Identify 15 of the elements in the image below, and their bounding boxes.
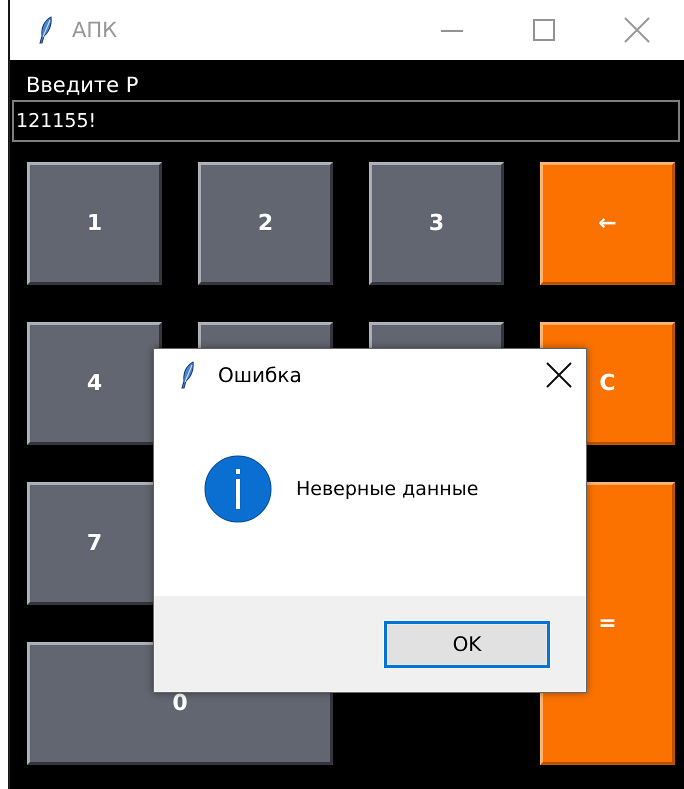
- digit-key[interactable]: 1: [27, 162, 162, 285]
- feather-icon: [180, 361, 196, 389]
- close-icon[interactable]: [546, 362, 572, 388]
- digit-key[interactable]: 4: [27, 322, 162, 445]
- digit-key[interactable]: 2: [198, 162, 333, 285]
- feather-icon: [38, 16, 54, 44]
- prompt-label: Введите Р: [25, 72, 140, 99]
- input-field[interactable]: 121155!: [12, 100, 680, 142]
- dialog-message: Неверные данные: [296, 478, 478, 500]
- ok-button[interactable]: OK: [384, 620, 550, 668]
- dialog-title: Ошибка: [218, 363, 303, 387]
- digit-key[interactable]: 3: [369, 162, 504, 285]
- maximize-icon[interactable]: [532, 18, 556, 42]
- window-title: АПК: [72, 18, 118, 42]
- info-icon: [204, 454, 272, 522]
